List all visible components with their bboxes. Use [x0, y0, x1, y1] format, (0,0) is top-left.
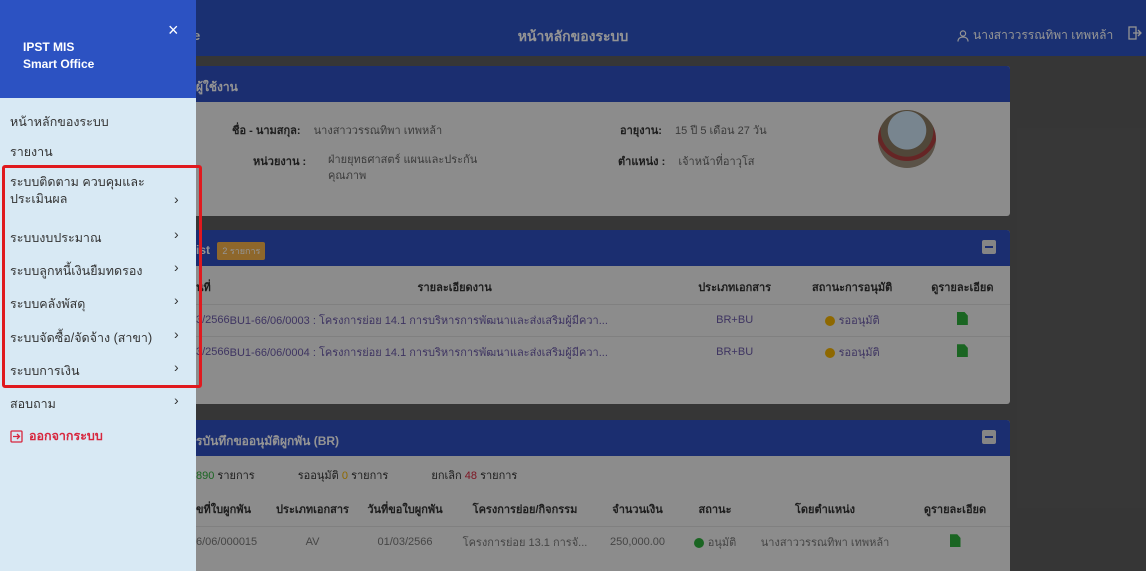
sidebar-item-label: ระบบการเงิน: [10, 364, 80, 378]
sidebar-item-label: สอบถาม: [10, 397, 56, 411]
sidebar-item-advance[interactable]: ระบบลูกหนี้เงินยืมทดรอง ›: [0, 259, 196, 281]
chevron-right-icon: ›: [174, 259, 179, 275]
sidebar-item-label: หน้าหลักของระบบ: [10, 115, 109, 129]
chevron-right-icon: ›: [174, 359, 179, 375]
chevron-right-icon: ›: [174, 292, 179, 308]
sidebar-item-monitoring[interactable]: ระบบติดตาม ควบคุมและ ประเมินผล ›: [0, 174, 196, 208]
sidebar-item-home[interactable]: หน้าหลักของระบบ: [0, 112, 109, 132]
app-name-line1: IPST MIS: [23, 40, 75, 54]
sidebar-item-finance[interactable]: ระบบการเงิน ›: [0, 359, 196, 381]
logout-icon: [10, 429, 23, 443]
app-name-line2: Smart Office: [23, 57, 95, 71]
sidebar-item-label-line2: ประเมินผล: [10, 192, 68, 206]
sidebar-item-procurement[interactable]: ระบบจัดซื้อ/จัดจ้าง (สาขา) ›: [0, 326, 196, 348]
sidebar-item-label: ออกจากระบบ: [29, 429, 103, 443]
sidebar-item-inquiry[interactable]: สอบถาม ›: [0, 392, 196, 414]
sidebar-item-label: ระบบลูกหนี้เงินยืมทดรอง: [10, 264, 143, 278]
sidebar-item-logout[interactable]: ออกจากระบบ: [0, 426, 103, 446]
sidebar: IPST MIS Smart Office × หน้าหลักของระบบ …: [0, 0, 196, 571]
sidebar-item-label: รายงาน: [10, 145, 53, 159]
sidebar-header: IPST MIS Smart Office ×: [0, 0, 196, 98]
chevron-right-icon: ›: [174, 191, 179, 207]
sidebar-item-label: ระบบจัดซื้อ/จัดจ้าง (สาขา): [10, 331, 153, 345]
chevron-right-icon: ›: [174, 326, 179, 342]
sidebar-item-label: ระบบติดตาม ควบคุมและ: [10, 175, 145, 189]
chevron-right-icon: ›: [174, 226, 179, 242]
chevron-right-icon: ›: [174, 392, 179, 408]
sidebar-item-budget[interactable]: ระบบงบประมาณ ›: [0, 226, 196, 248]
close-icon[interactable]: ×: [168, 20, 179, 41]
sidebar-item-label: ระบบคลังพัสดุ: [10, 297, 86, 311]
sidebar-item-label: ระบบงบประมาณ: [10, 231, 102, 245]
sidebar-item-inventory[interactable]: ระบบคลังพัสดุ ›: [0, 292, 196, 314]
sidebar-item-report[interactable]: รายงาน: [0, 142, 53, 162]
